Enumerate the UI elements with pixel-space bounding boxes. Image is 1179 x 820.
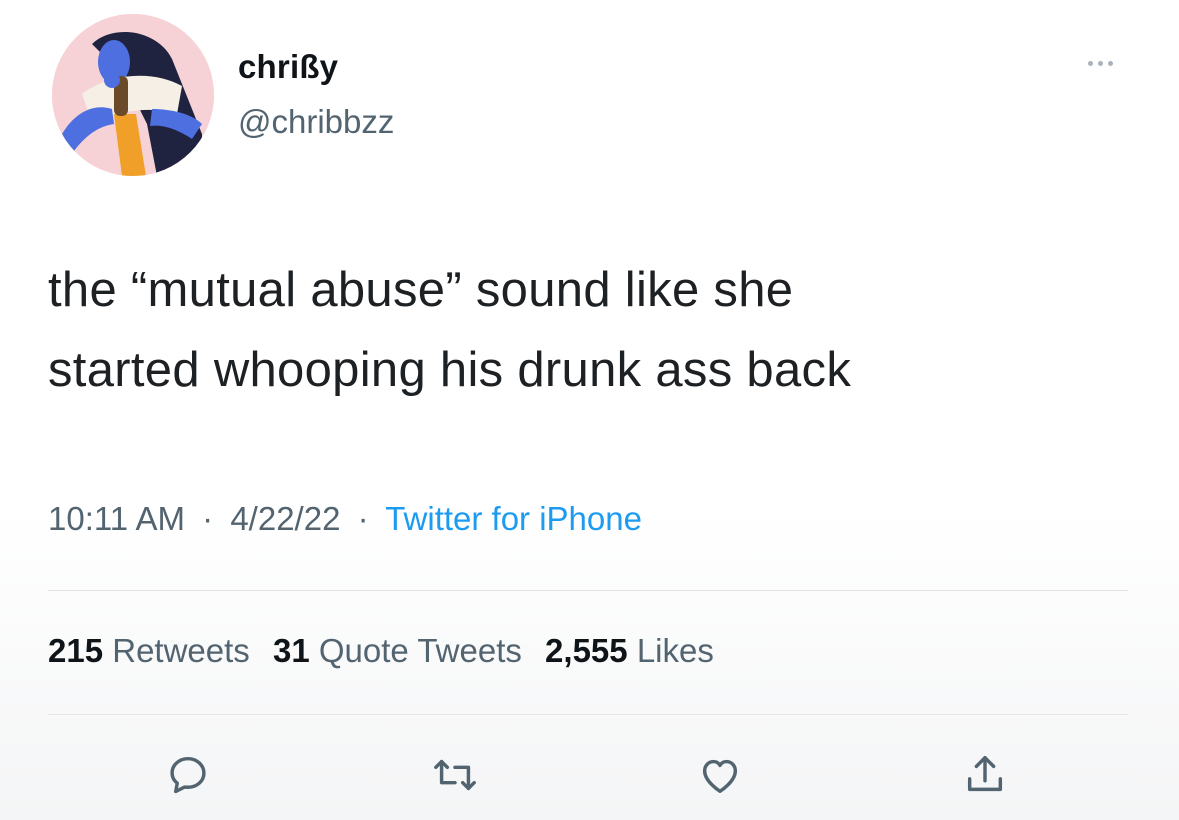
tweet-text-line: started whooping his drunk ass back [48,343,852,397]
avatar[interactable] [52,14,214,176]
display-name[interactable]: chrißy [238,48,338,86]
divider [48,714,1128,715]
tweet-text-line: the “mutual abuse” sound like she [48,263,794,317]
tweet-text: the “mutual abuse” sound like she starte… [48,250,1148,410]
tweet-time[interactable]: 10:11 AM [48,500,185,537]
likes-label: Likes [636,632,714,669]
tweet-stats: 215 Retweets 31 Quote Tweets 2,555 Likes [48,632,728,670]
share-button[interactable] [955,745,1015,805]
quote-tweets-stat[interactable]: 31 Quote Tweets [273,632,531,669]
retweets-stat[interactable]: 215 Retweets [48,632,259,669]
reply-button[interactable] [158,745,218,805]
heart-icon [702,759,738,794]
tweet-source-link[interactable]: Twitter for iPhone [385,500,642,537]
tweet-date[interactable]: 4/22/22 [230,500,340,537]
user-handle[interactable]: @chribbzz [238,103,394,141]
more-dot [1087,60,1093,66]
retweets-label: Retweets [112,632,250,669]
meta-separator: · [202,500,214,537]
tweet-meta: 10:11 AM · 4/22/22 · Twitter for iPhone [48,500,642,538]
more-dot [1107,60,1113,66]
reply-icon [170,756,206,794]
retweet-icon [434,759,476,791]
quote-tweets-label: Quote Tweets [318,632,522,669]
share-icon [967,756,1003,792]
meta-separator: · [357,500,369,537]
retweets-count: 215 [48,632,104,669]
likes-stat[interactable]: 2,555 Likes [545,632,714,669]
avatar-illustration [52,14,214,176]
more-icon[interactable] [1062,50,1138,76]
action-bar [0,745,1179,805]
tweet-card: chrißy @chribbzz the “mutual abuse” soun… [0,0,1179,820]
more-dot [1097,60,1103,66]
likes-count: 2,555 [545,632,628,669]
quote-tweets-count: 31 [272,632,310,669]
divider [48,590,1128,591]
like-button[interactable] [690,745,750,805]
retweet-button[interactable] [425,745,485,805]
